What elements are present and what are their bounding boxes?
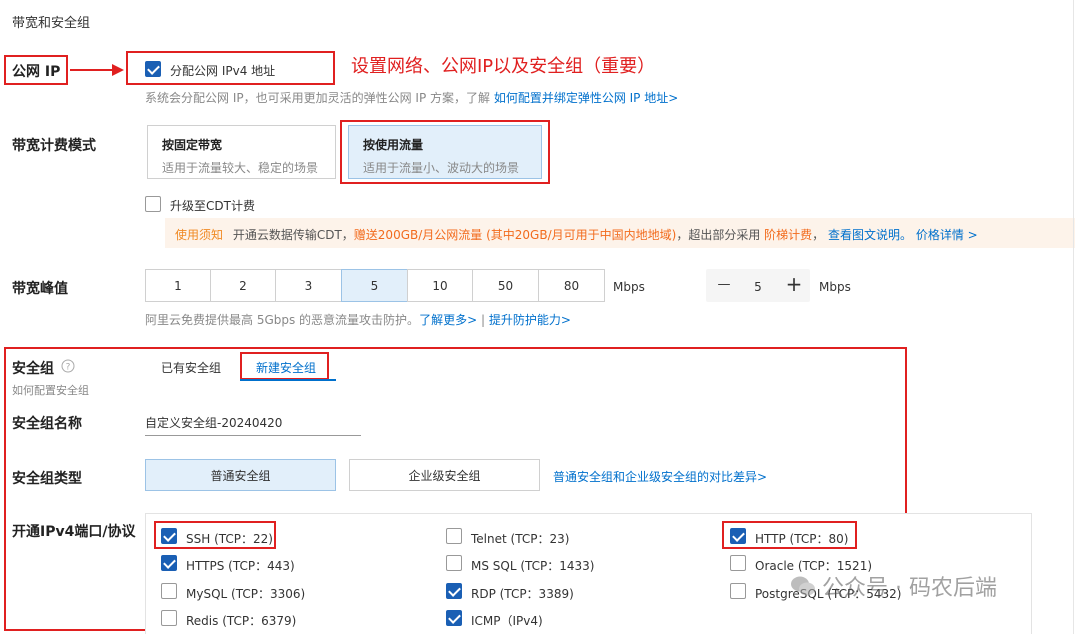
right-divider xyxy=(1073,0,1074,634)
protection-link[interactable]: 提升防护能力> xyxy=(489,313,571,327)
notice-tier: 阶梯计费 xyxy=(764,228,813,242)
redis-label: Redis (TCP：6379) xyxy=(186,614,297,628)
https-label: HTTPS (TCP：443) xyxy=(186,559,295,573)
cdt-notice-text: 使用须知 开通云数据传输CDT，赠送200GB/月公网流量 (其中20GB/月可… xyxy=(175,226,978,243)
mssql-checkbox[interactable] xyxy=(446,555,462,571)
stepper-minus-button[interactable]: — xyxy=(714,277,734,292)
security-group-sublabel[interactable]: 如何配置安全组 xyxy=(12,382,89,398)
telnet-checkbox[interactable] xyxy=(446,528,462,544)
billing-traffic-desc: 适用于流量小、波动大的场景 xyxy=(363,161,520,175)
tab-new-group[interactable]: 新建安全组 xyxy=(256,359,316,376)
bandwidth-option-80[interactable]: 80 xyxy=(538,269,605,302)
postgresql-checkbox[interactable] xyxy=(730,583,746,599)
security-group-label: 安全组 xyxy=(12,361,54,377)
watermark-text: 公众号 · 码农后端 xyxy=(822,576,997,601)
eip-config-link[interactable]: 如何配置并绑定弹性公网 IP 地址> xyxy=(494,91,678,105)
notice-highlight: 赠送200GB/月公网流量 (其中20GB/月可用于中国内地地域) xyxy=(353,228,677,242)
redis-checkbox[interactable] xyxy=(161,610,177,626)
cdt-label: 升级至CDT计费 xyxy=(170,199,255,213)
wechat-icon xyxy=(791,576,815,596)
bandwidth-hint-text: 阿里云免费提供最高 5Gbps 的恶意流量攻击防护。 xyxy=(145,313,420,327)
ports-label: 开通IPv4端口/协议 xyxy=(12,524,136,540)
oracle-checkbox[interactable] xyxy=(730,555,746,571)
group-name-label: 安全组名称 xyxy=(12,416,82,432)
icmp-label: ICMP（IPv4) xyxy=(471,614,543,628)
mssql-label: MS SQL (TCP：1433) xyxy=(471,559,595,573)
https-checkbox[interactable] xyxy=(161,555,177,571)
notice-tag: 使用须知 xyxy=(175,228,224,242)
notice-text3: ， xyxy=(812,228,825,242)
learn-more-link[interactable]: 了解更多> xyxy=(419,313,477,327)
mysql-checkbox[interactable] xyxy=(161,583,177,599)
assign-ipv4-checkbox[interactable] xyxy=(145,61,161,77)
watermark: 公众号 · 码农后端 xyxy=(790,570,997,602)
public-ip-hint-text: 系统会分配公网 IP，也可采用更加灵活的弹性公网 IP 方案，了解 xyxy=(145,91,490,105)
bandwidth-peak-label: 带宽峰值 xyxy=(12,281,68,297)
stepper-plus-button[interactable]: + xyxy=(783,272,805,296)
group-type-label: 安全组类型 xyxy=(12,471,82,487)
stepper-unit: Mbps xyxy=(819,280,851,294)
arrow-right-icon xyxy=(70,64,124,76)
bandwidth-option-3[interactable]: 3 xyxy=(275,269,342,302)
notice-text2: ，超出部分采用 xyxy=(676,228,761,242)
bandwidth-option-50[interactable]: 50 xyxy=(472,269,539,302)
group-type-normal[interactable]: 普通安全组 xyxy=(145,459,336,491)
svg-text:?: ? xyxy=(66,363,71,373)
billing-fixed-title: 按固定带宽 xyxy=(162,138,223,152)
bandwidth-option-1[interactable]: 1 xyxy=(145,269,211,302)
http-label: HTTP (TCP：80) xyxy=(755,532,849,546)
billing-mode-label: 带宽计费模式 xyxy=(12,138,96,154)
annotation-note: 设置网络、公网IP以及安全组（重要） xyxy=(351,56,656,77)
hint-separator: | xyxy=(480,313,485,327)
billing-fixed-desc: 适用于流量较大、稳定的场景 xyxy=(162,161,319,175)
assign-ipv4-label: 分配公网 IPv4 地址 xyxy=(170,64,276,78)
bandwidth-option-2[interactable]: 2 xyxy=(210,269,276,302)
rdp-label: RDP (TCP：3389) xyxy=(471,587,574,601)
public-ip-label: 公网 IP xyxy=(12,64,61,80)
billing-traffic-option[interactable]: 按使用流量 适用于流量小、波动大的场景 xyxy=(348,125,542,179)
cdt-checkbox[interactable] xyxy=(145,196,161,212)
mysql-label: MySQL (TCP：3306) xyxy=(186,587,306,601)
http-checkbox[interactable] xyxy=(730,528,746,544)
bandwidth-unit: Mbps xyxy=(613,280,645,294)
notice-price-link[interactable]: 价格详情 > xyxy=(916,228,978,242)
notice-text1: 开通云数据传输CDT， xyxy=(232,228,354,242)
question-circle-icon[interactable]: ? xyxy=(61,359,75,373)
bandwidth-option-10[interactable]: 10 xyxy=(407,269,473,302)
group-name-input[interactable]: 自定义安全组-20240420 xyxy=(145,414,361,436)
telnet-label: Telnet (TCP：23) xyxy=(471,532,570,546)
billing-fixed-option[interactable]: 按固定带宽 适用于流量较大、稳定的场景 xyxy=(147,125,336,179)
section-title: 带宽和安全组 xyxy=(12,16,91,31)
notice-doc-link[interactable]: 查看图文说明。 xyxy=(828,228,912,242)
public-ip-hint: 系统会分配公网 IP，也可采用更加灵活的弹性公网 IP 方案，了解 如何配置并绑… xyxy=(145,89,678,106)
tab-underline xyxy=(240,379,336,381)
billing-traffic-title: 按使用流量 xyxy=(363,138,424,152)
rdp-checkbox[interactable] xyxy=(446,583,462,599)
ssh-label: SSH (TCP：22) xyxy=(186,532,273,546)
tab-existing-group[interactable]: 已有安全组 xyxy=(161,359,221,376)
bandwidth-hint: 阿里云免费提供最高 5Gbps 的恶意流量攻击防护。了解更多> | 提升防护能力… xyxy=(145,311,571,328)
bandwidth-option-5[interactable]: 5 xyxy=(341,269,408,302)
group-type-enterprise[interactable]: 企业级安全组 xyxy=(349,459,540,491)
stepper-value-input[interactable]: 5 xyxy=(748,280,768,294)
icmp-checkbox[interactable] xyxy=(446,610,462,626)
group-type-compare-link[interactable]: 普通安全组和企业级安全组的对比差异> xyxy=(553,468,767,485)
ssh-checkbox[interactable] xyxy=(161,528,177,544)
